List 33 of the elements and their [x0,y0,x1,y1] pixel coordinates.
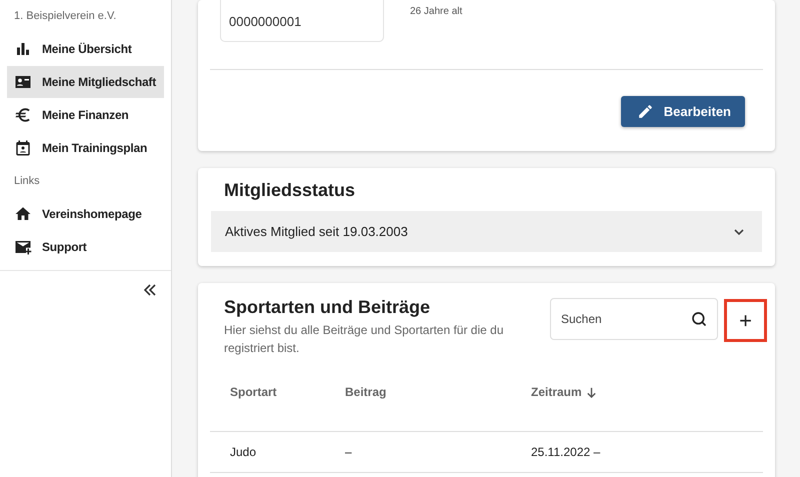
table-cell: 25.11.2022 – [511,432,763,473]
pencil-icon [636,103,654,120]
table-cell: Judo [210,432,325,473]
nav-link[interactable]: Vereinshomepage [7,198,164,230]
add-button[interactable]: + [724,299,767,342]
card-title: Mitgliedsstatus [223,179,356,202]
id-card-icon [14,73,32,91]
mail-plus-icon [14,238,32,256]
age-text: 26 Jahre alt [410,5,462,19]
euro-icon [14,106,32,124]
club-name: 1. Beispielverein e.V. [13,9,118,24]
nav-item[interactable]: Mein Trainingsplan [7,132,164,164]
sort-down-icon [586,386,597,398]
card-description: Hier siehst du alle Beiträge und Sportarten für die du registriert bist. [224,322,504,357]
collapse-icon[interactable] [143,283,157,297]
card-title: Sportarten und Beiträge [224,297,432,318]
nav-item[interactable]: Meine Mitgliedschaft [7,66,164,98]
search-icon [691,311,707,327]
column-header[interactable]: Beitrag [325,379,511,432]
status-accordion[interactable]: Aktives Mitglied seit 19.03.2003 [211,211,762,252]
search-box[interactable]: Suchen [550,298,718,340]
nav-item[interactable]: Meine Finanzen [7,99,164,131]
nav-item[interactable]: Meine Übersicht [7,33,164,65]
section-label: Links [13,174,41,189]
column-header[interactable]: Zeitraum [511,379,763,432]
home-icon [14,205,32,223]
column-header[interactable]: Sportart [210,379,325,432]
nav-link[interactable]: Support [7,231,164,263]
edit-button[interactable]: Bearbeiten [620,96,745,127]
table-cell: – [325,432,511,473]
bar-chart-icon [14,40,32,58]
member-number: 0000000001 [220,0,384,42]
calendar-person-icon [14,139,32,157]
